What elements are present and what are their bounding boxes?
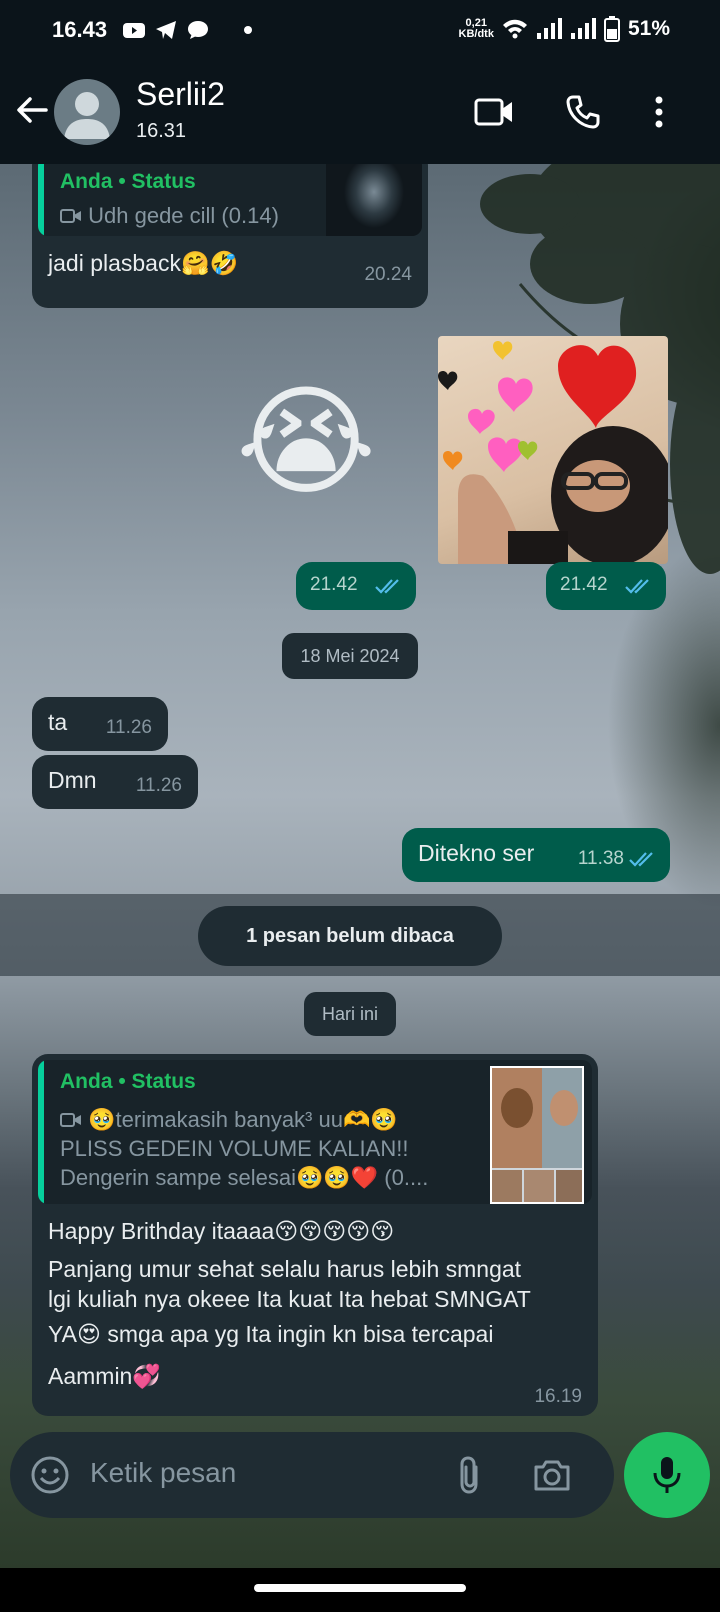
network-speed: 0,21 KB/dtk [458,17,494,40]
telegram-icon [156,21,176,39]
unread-count-pill: 1 pesan belum dibaca [198,906,502,966]
quote-text: Udh gede cill (0.14) [88,203,279,228]
signal-2-icon [570,18,596,39]
camera-icon[interactable] [532,1457,572,1493]
video-camera-icon [474,98,512,126]
date-divider: 18 Mei 2024 [282,633,418,679]
message-time: 20.24 [364,264,412,285]
status-thumbnail [490,1066,584,1204]
status-time: 16.43 [52,17,108,42]
avatar[interactable] [54,79,120,145]
today-divider: Hari ini [304,992,396,1036]
system-nav-bar [0,1568,720,1612]
read-receipt-icon [629,852,653,867]
message-text: Dmn [48,767,97,793]
message-text-line: Panjang umur sehat selalu harus lebih sm… [48,1256,522,1282]
status-reply-quote[interactable]: Anda • Status Udh gede cill (0.14) [38,164,422,236]
contact-name[interactable]: Serlii2 [136,76,225,113]
message-text: Ditekno ser [418,840,535,866]
message-text-line: Aammin💞 [48,1363,161,1389]
default-avatar-icon [64,92,110,139]
image-time-badge: 21.42 [546,562,666,610]
voice-call-button[interactable] [561,90,605,134]
message-input[interactable]: Ketik pesan [90,1457,236,1489]
status-reply-quote[interactable]: Anda • Status 🥹terimakasih banyak³ uu🫶🥹 … [38,1060,592,1204]
battery-icon [603,16,620,42]
message-incoming[interactable]: Anda • Status 🥹terimakasih banyak³ uu🫶🥹 … [32,1054,598,1416]
quote-title: Anda • Status [60,170,196,193]
message-incoming[interactable]: Dmn 11.26 [32,755,198,809]
voice-message-button[interactable] [624,1432,710,1518]
video-status-icon [60,209,81,223]
message-icon [188,21,208,39]
status-bar: 16.43 0,21 KB/dtk 51% [0,0,720,62]
home-gesture-handle[interactable] [254,1584,466,1592]
read-receipt-icon [375,579,399,594]
message-time: 11.26 [135,775,182,796]
message-incoming[interactable]: Anda • Status Udh gede cill (0.14) jadi … [32,164,428,308]
read-receipt-icon [625,579,649,594]
message-time: 11.38 [577,848,624,869]
sticker[interactable]: 😭 [236,374,376,510]
video-call-button[interactable] [472,90,516,134]
attach-icon[interactable] [454,1455,486,1495]
sticker-time-badge: 21.42 [296,562,416,610]
back-arrow-icon[interactable] [14,92,50,128]
battery-percent: 51% [627,17,670,40]
microphone-icon [653,1457,681,1493]
message-incoming[interactable]: ta 11.26 [32,697,168,751]
more-vertical-icon [655,96,663,128]
message-text-line: Happy Brithday itaaaa😚😚😚😚😚 [48,1218,395,1244]
image-message[interactable] [438,336,668,564]
wifi-icon [502,19,527,39]
signal-icon [536,18,562,39]
video-status-icon [60,1113,81,1127]
chat-header: Serlii2 16.31 [0,62,720,164]
emoji-icon[interactable] [30,1455,70,1495]
message-text: ta [48,709,68,735]
message-time: 16.19 [534,1386,582,1407]
message-text-line: YA😍 smga apa yg Ita ingin kn bisa tercap… [48,1321,494,1347]
message-outgoing[interactable]: Ditekno ser 11.38 [402,828,670,882]
notification-dot [244,26,252,34]
quote-text: 🥹terimakasih banyak³ uu🫶🥹 [88,1107,398,1132]
more-options-button[interactable] [637,90,681,134]
youtube-icon [123,23,145,38]
phone-icon [566,95,600,129]
quote-text: Dengerin sampe selesai🥹🥹❤️ (0.... [60,1165,429,1190]
quote-title: Anda • Status [60,1070,196,1093]
chat-area[interactable]: Anda • Status Udh gede cill (0.14) jadi … [0,164,720,1568]
hearts-photo [438,340,668,564]
quote-text: PLISS GEDEIN VOLUME KALIAN!! [60,1136,409,1161]
message-composer[interactable]: Ketik pesan [10,1432,614,1518]
message-time: 11.26 [105,717,152,738]
last-seen: 16.31 [136,120,187,142]
status-thumbnail [326,164,422,236]
message-text-line: lgi kuliah nya okeee Ita kuat Ita hebat … [48,1286,531,1312]
message-text: jadi plasback🤗🤣 [48,250,239,276]
